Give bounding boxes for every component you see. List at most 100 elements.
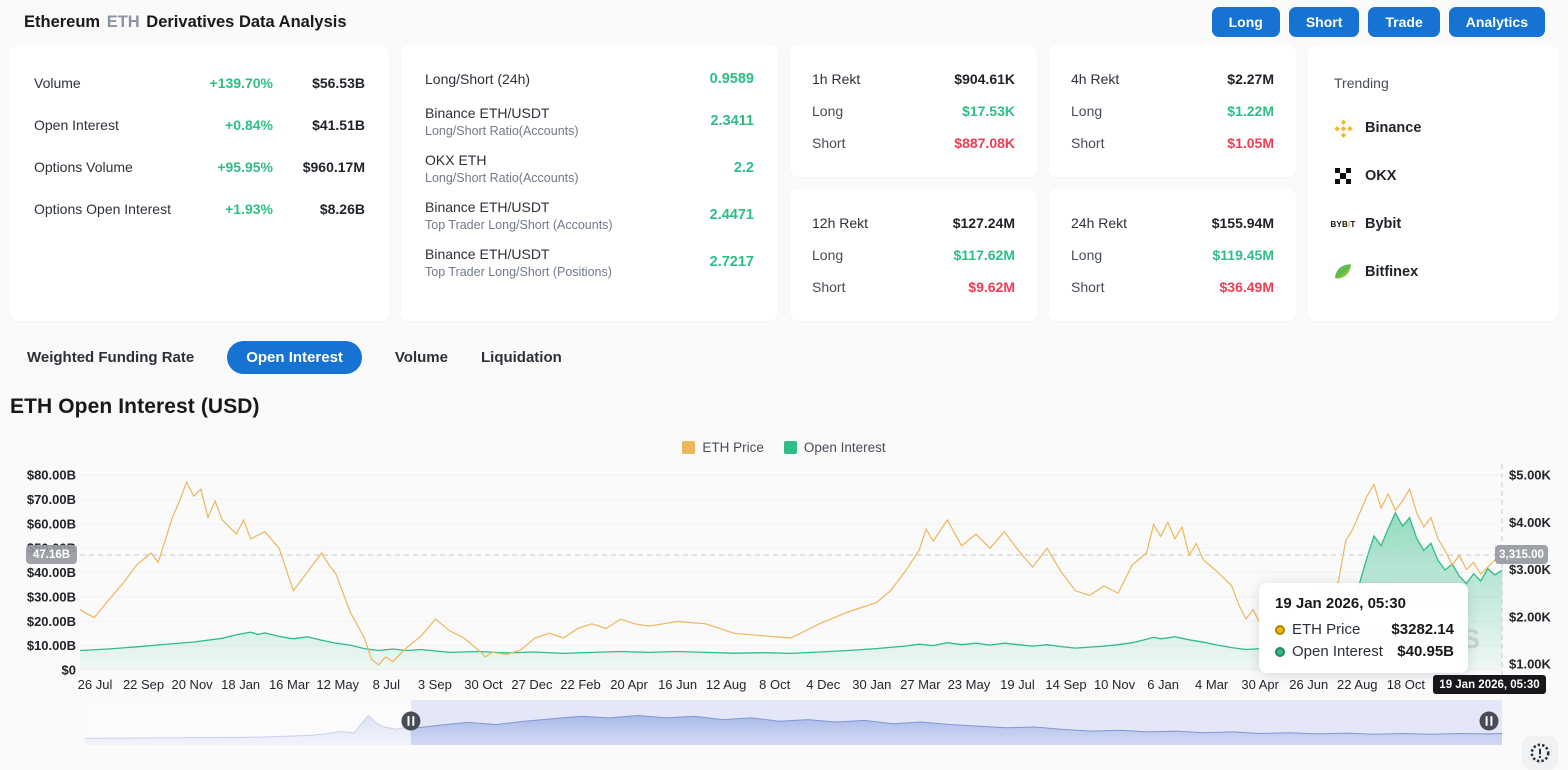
rekt-long-value: $119.45M [1213, 247, 1275, 263]
short-button[interactable]: Short [1289, 7, 1360, 37]
long-short-card: Long/Short (24h) 0.9589 Binance ETH/USDT… [401, 45, 778, 321]
chart-settings-button[interactable] [1522, 736, 1558, 770]
rekt-title: 1h Rekt [812, 71, 860, 87]
rekt-short-value: $887.08K [954, 135, 1015, 151]
navigator-selection[interactable] [411, 700, 1502, 745]
legend-item-eth-price[interactable]: ETH Price [682, 440, 764, 455]
ratio-row: Binance ETH/USDT Top Trader Long/Short (… [425, 245, 754, 279]
page-title-main: Ethereum [24, 13, 100, 31]
legend-swatch-oi [784, 441, 797, 454]
tab-weighted-funding-rate[interactable]: Weighted Funding Rate [27, 341, 194, 374]
ratio-value: 2.2 [734, 160, 754, 176]
ratio-row: Binance ETH/USDT Long/Short Ratio(Accoun… [425, 104, 754, 138]
x-axis-tick: 8 Oct [759, 677, 790, 692]
ratio-name: OKX ETH [425, 152, 734, 168]
x-axis-tick: 3 Sep [418, 677, 452, 692]
trade-button[interactable]: Trade [1368, 7, 1439, 37]
trending-item-label: Bitfinex [1365, 264, 1418, 280]
left-axis-tick: $20.00B [27, 614, 76, 629]
ratio-row: Binance ETH/USDT Top Trader Long/Short (… [425, 198, 754, 232]
x-axis-tick: 30 Apr [1241, 677, 1279, 692]
page-title: Ethereum ETH Derivatives Data Analysis [24, 13, 347, 32]
ratio-value: 2.3411 [710, 113, 754, 129]
ratio-name: Binance ETH/USDT [425, 199, 710, 215]
metric-value: $56.53B [273, 75, 365, 91]
x-axis-tick: 22 Sep [123, 677, 164, 692]
bybit-icon: BYBIT [1332, 213, 1354, 235]
ratio-row: OKX ETH Long/Short Ratio(Accounts) 2.2 [425, 151, 754, 185]
rekt-short-label: Short [812, 135, 845, 151]
rekt-long-value: $17.53K [962, 103, 1015, 119]
long-button[interactable]: Long [1212, 7, 1280, 37]
binance-icon [1332, 117, 1354, 139]
x-axis-tick: 20 Nov [171, 677, 213, 692]
rekt-column-1: 1h Rekt$904.61K Long$17.53K Short$887.08… [790, 45, 1037, 321]
x-axis-tick: 20 Apr [610, 677, 648, 692]
metric-change: +139.70% [181, 75, 273, 91]
crosshair-right-badge: 3,315.00 [1495, 545, 1548, 564]
crosshair-left-badge: 47.16B [26, 545, 77, 564]
trending-item-binance[interactable]: Binance [1332, 117, 1534, 139]
x-axis-tick: 18 Jan [221, 677, 260, 692]
x-axis-tick: 27 Mar [900, 677, 941, 692]
x-axis-tick: 30 Oct [464, 677, 503, 692]
chart-title: ETH Open Interest (USD) [10, 395, 1568, 419]
navigator-handle-right[interactable] [1480, 712, 1499, 731]
page-title-symbol: ETH [105, 13, 142, 31]
x-axis-tick: 18 Oct [1387, 677, 1426, 692]
tab-volume[interactable]: Volume [395, 341, 448, 374]
navigator-unselected-mask [85, 700, 411, 745]
tooltip-value: $40.95B [1397, 643, 1454, 660]
tooltip-row: ETH Price $3282.14 [1275, 621, 1454, 638]
chart-tooltip: 19 Jan 2026, 05:30 ETH Price $3282.14 Op… [1259, 583, 1468, 673]
metric-value: $41.51B [273, 117, 365, 133]
ratio-subtitle: Long/Short Ratio(Accounts) [425, 171, 734, 185]
rekt-short-label: Short [1071, 135, 1104, 151]
chart-zone: ETH Price Open Interest $80.00B$70.00B$6… [0, 418, 1568, 758]
rekt-total: $155.94M [1212, 215, 1274, 231]
trending-item-bitfinex[interactable]: Bitfinex [1332, 261, 1534, 283]
navigator-handle-left[interactable] [401, 712, 420, 731]
metric-label: Options Open Interest [34, 201, 181, 217]
overview-card: Volume +139.70% $56.53B Open Interest +0… [10, 45, 389, 321]
rekt-short-label: Short [812, 279, 845, 295]
x-axis-tick: 8 Jul [373, 677, 401, 692]
right-axis-tick: $5.00K [1509, 468, 1552, 483]
stats-row: Volume +139.70% $56.53B Open Interest +0… [10, 45, 1558, 321]
x-axis-tick: 26 Jun [1289, 677, 1328, 692]
tab-liquidation[interactable]: Liquidation [481, 341, 562, 374]
analytics-button[interactable]: Analytics [1449, 7, 1545, 37]
rekt-long-value: $117.62M [954, 247, 1016, 263]
trending-card: Trending Binance OKX BYBIT Bybit [1308, 45, 1558, 321]
trending-item-bybit[interactable]: BYBIT Bybit [1332, 213, 1534, 235]
ratio-value: 2.7217 [710, 254, 754, 270]
trending-item-okx[interactable]: OKX [1332, 165, 1534, 187]
metric-value: $8.26B [273, 201, 365, 217]
x-axis-tick: 27 Dec [511, 677, 553, 692]
bitfinex-icon [1332, 261, 1354, 283]
x-axis-tick: 4 Dec [806, 677, 840, 692]
price-dot-icon [1275, 625, 1285, 635]
rekt-short-value: $9.62M [968, 279, 1015, 295]
rekt-short-value: $1.05M [1227, 135, 1274, 151]
ratio-value: 2.4471 [710, 207, 754, 223]
legend-item-open-interest[interactable]: Open Interest [784, 440, 886, 455]
rekt-card-1h: 1h Rekt$904.61K Long$17.53K Short$887.08… [790, 45, 1037, 177]
left-axis-tick: $80.00B [27, 468, 76, 483]
x-axis-tick: 12 May [316, 677, 359, 692]
legend-label: Open Interest [804, 440, 886, 455]
metric-change: +95.95% [181, 159, 273, 175]
metric-label: Open Interest [34, 117, 181, 133]
chart-navigator[interactable] [85, 700, 1502, 745]
x-axis-tick: 4 Mar [1195, 677, 1229, 692]
x-axis-tick: 30 Jan [852, 677, 891, 692]
right-axis-tick: $3.00K [1509, 562, 1552, 577]
rekt-column-2: 4h Rekt$2.27M Long$1.22M Short$1.05M 24h… [1049, 45, 1296, 321]
ratio-value: 0.9589 [710, 71, 754, 87]
rekt-card-4h: 4h Rekt$2.27M Long$1.22M Short$1.05M [1049, 45, 1296, 177]
trending-title: Trending [1334, 75, 1534, 91]
metric-change: +1.93% [181, 201, 273, 217]
tab-open-interest[interactable]: Open Interest [227, 341, 362, 374]
tooltip-label: Open Interest [1292, 643, 1397, 660]
rekt-long-label: Long [812, 247, 843, 263]
